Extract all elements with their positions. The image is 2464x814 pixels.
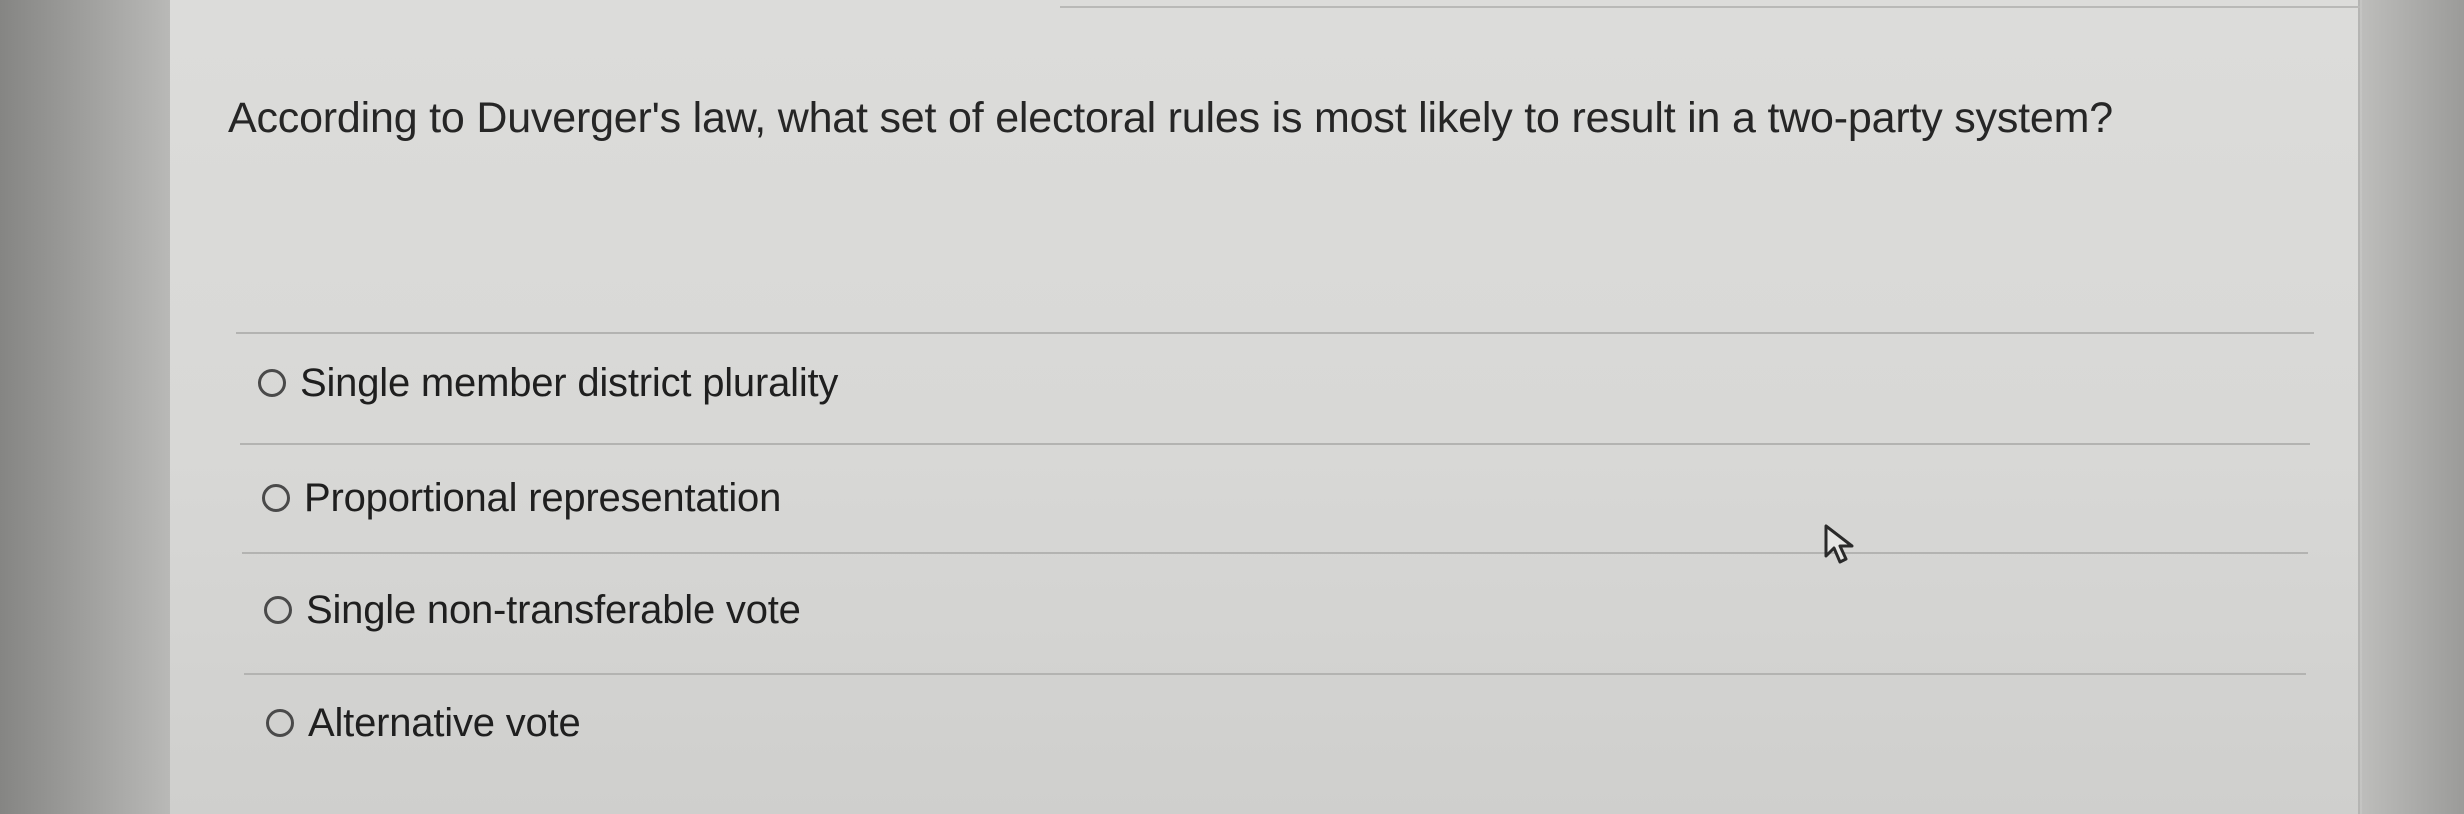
option-alternative-vote[interactable]: Alternative vote	[266, 697, 581, 749]
option-label: Single member district plurality	[300, 361, 839, 405]
card-edge	[2358, 0, 2360, 814]
divider	[236, 332, 2314, 334]
option-proportional-representation[interactable]: Proportional representation	[262, 472, 781, 524]
question-text: According to Duverger's law, what set of…	[228, 94, 2113, 142]
option-single-member-district-plurality[interactable]: Single member district plurality	[258, 357, 838, 409]
radio-empty-icon[interactable]	[258, 369, 286, 397]
option-label: Proportional representation	[304, 476, 782, 520]
radio-empty-icon[interactable]	[266, 709, 294, 737]
divider	[242, 552, 2308, 554]
option-label: Alternative vote	[308, 701, 581, 745]
option-label: Single non-transferable vote	[306, 588, 801, 632]
option-single-non-transferable-vote[interactable]: Single non-transferable vote	[264, 584, 801, 636]
mouse-pointer-icon	[1824, 524, 1854, 564]
divider	[244, 673, 2306, 675]
top-divider	[1060, 6, 2360, 8]
divider	[240, 443, 2310, 445]
left-margin	[0, 0, 170, 814]
radio-empty-icon[interactable]	[262, 484, 290, 512]
radio-empty-icon[interactable]	[264, 596, 292, 624]
screen: According to Duverger's law, what set of…	[0, 0, 2464, 814]
right-margin	[2362, 0, 2464, 814]
